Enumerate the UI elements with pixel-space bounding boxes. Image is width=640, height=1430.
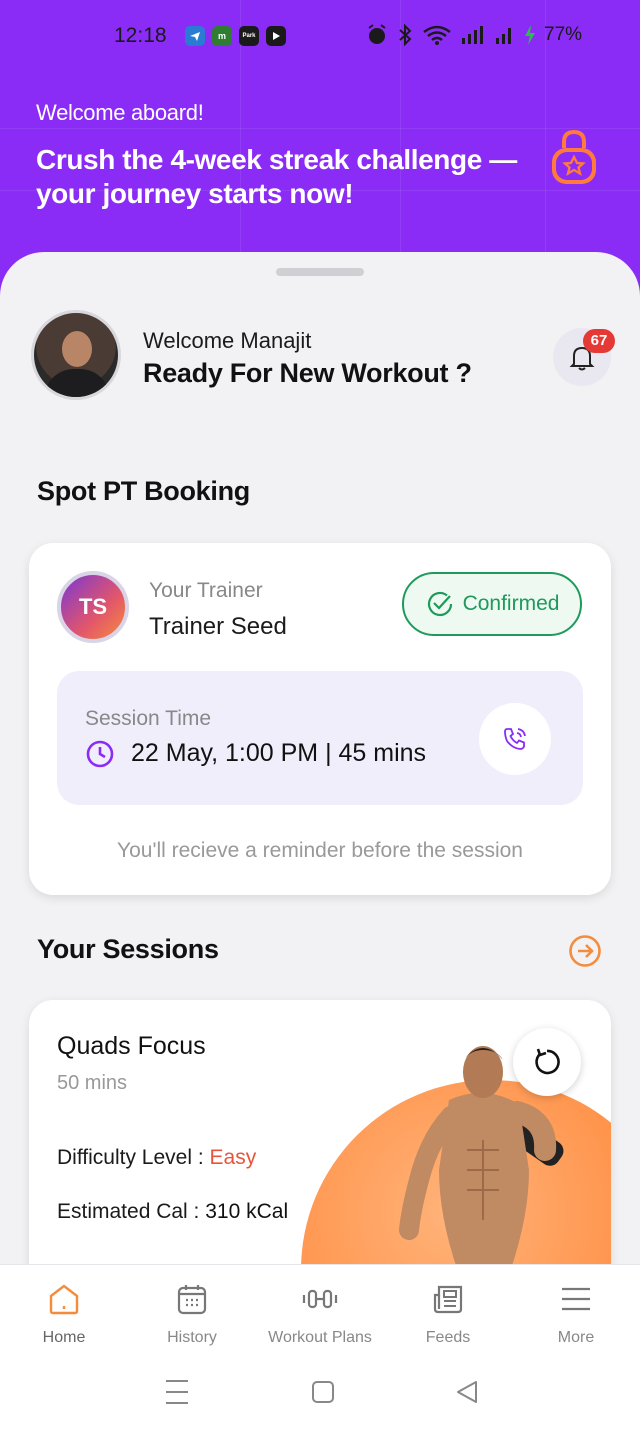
signal-icon xyxy=(462,26,483,44)
home-square-icon[interactable] xyxy=(312,1381,334,1403)
system-navigation-bar xyxy=(166,1380,477,1404)
status-time: 12:18 xyxy=(114,24,167,47)
m-app-icon: m xyxy=(212,26,232,46)
park-app-icon: Park xyxy=(239,26,259,46)
status-label: Confirmed xyxy=(462,592,560,615)
avatar[interactable] xyxy=(31,310,121,400)
calories-label: Estimated Cal : xyxy=(57,1200,206,1223)
calories-value: 310 kCal xyxy=(205,1200,289,1223)
nav-more[interactable]: More xyxy=(512,1281,640,1347)
workout-duration: 50 mins xyxy=(57,1072,128,1094)
calendar-icon xyxy=(177,1285,207,1315)
call-trainer-button[interactable] xyxy=(479,703,551,775)
session-time-value: 22 May, 1:00 PM | 45 mins xyxy=(131,739,427,767)
arrow-right-circle-icon[interactable] xyxy=(568,934,602,968)
trainer-avatar: TS xyxy=(57,571,129,643)
clock-icon xyxy=(86,740,114,768)
calories-line: Estimated Cal : 310 kCal xyxy=(57,1200,288,1224)
greeting-name: Welcome Manajit xyxy=(143,328,312,353)
phone-icon xyxy=(504,728,526,750)
session-time-label: Session Time xyxy=(85,707,212,730)
dumbbell-icon xyxy=(302,1289,338,1309)
wifi-icon xyxy=(423,25,451,45)
nav-home-label: Home xyxy=(42,1329,86,1346)
avatar-body xyxy=(44,369,110,397)
nav-history-label: History xyxy=(167,1329,217,1346)
booking-card[interactable]: TS Your Trainer Trainer Seed Confirmed S… xyxy=(29,543,611,895)
refresh-button[interactable] xyxy=(513,1028,581,1096)
greeting-title: Ready For New Workout ? xyxy=(143,358,472,388)
newspaper-icon xyxy=(433,1285,463,1314)
back-icon[interactable] xyxy=(457,1381,477,1403)
nav-feeds-label: Feeds xyxy=(425,1329,471,1346)
difficulty-line: Difficulty Level : Easy xyxy=(57,1146,256,1170)
nav-feeds[interactable]: Feeds xyxy=(384,1281,512,1347)
nav-workout-plans[interactable]: Workout Plans xyxy=(256,1281,384,1347)
lock-badge-icon[interactable] xyxy=(546,128,602,188)
menu-icon xyxy=(562,1287,590,1311)
youtube-icon xyxy=(266,26,286,46)
status-indicators: 77% xyxy=(366,24,582,46)
status-badge: Confirmed xyxy=(402,572,582,636)
check-circle-icon xyxy=(427,591,452,617)
battery-percent: 77% xyxy=(544,24,583,45)
content-sheet: Welcome Manajit Ready For New Workout ? … xyxy=(0,252,640,1430)
your-sessions-title: Your Sessions xyxy=(37,934,219,964)
workout-title: Quads Focus xyxy=(57,1032,206,1060)
home-icon xyxy=(49,1284,79,1315)
nav-workout-plans-label: Workout Plans xyxy=(268,1329,372,1346)
sheet-drag-handle[interactable] xyxy=(276,268,364,276)
alarm-icon xyxy=(368,24,386,44)
trainer-label: Your Trainer xyxy=(149,579,263,602)
spot-pt-title: Spot PT Booking xyxy=(37,476,250,506)
difficulty-value: Easy xyxy=(209,1146,257,1169)
welcome-subtitle: Welcome aboard! xyxy=(36,100,204,125)
recents-icon[interactable] xyxy=(166,1380,188,1404)
signal-icon-2 xyxy=(496,28,511,44)
nav-more-label: More xyxy=(557,1329,595,1346)
notification-count-badge: 67 xyxy=(583,329,615,353)
trainer-name: Trainer Seed xyxy=(149,613,287,640)
status-app-icons: m Park xyxy=(185,26,286,46)
avatar-face xyxy=(62,331,92,367)
bluetooth-icon xyxy=(399,24,412,46)
challenge-headline[interactable]: Crush the 4-week streak challenge — your… xyxy=(36,143,536,211)
bg-grid-line xyxy=(0,128,640,129)
status-bar: 12:18 m Park 77% xyxy=(0,18,640,54)
telegram-icon xyxy=(185,26,205,46)
nav-history[interactable]: History xyxy=(128,1281,256,1347)
charging-icon xyxy=(525,25,535,45)
difficulty-label: Difficulty Level : xyxy=(57,1146,210,1169)
refresh-icon xyxy=(535,1048,560,1075)
bottom-navigation: Home History Workout Plans Feeds More xyxy=(0,1264,640,1430)
nav-home[interactable]: Home xyxy=(0,1281,128,1347)
session-time-box: Session Time 22 May, 1:00 PM | 45 mins xyxy=(57,671,583,805)
reminder-note: You'll recieve a reminder before the ses… xyxy=(117,839,523,862)
